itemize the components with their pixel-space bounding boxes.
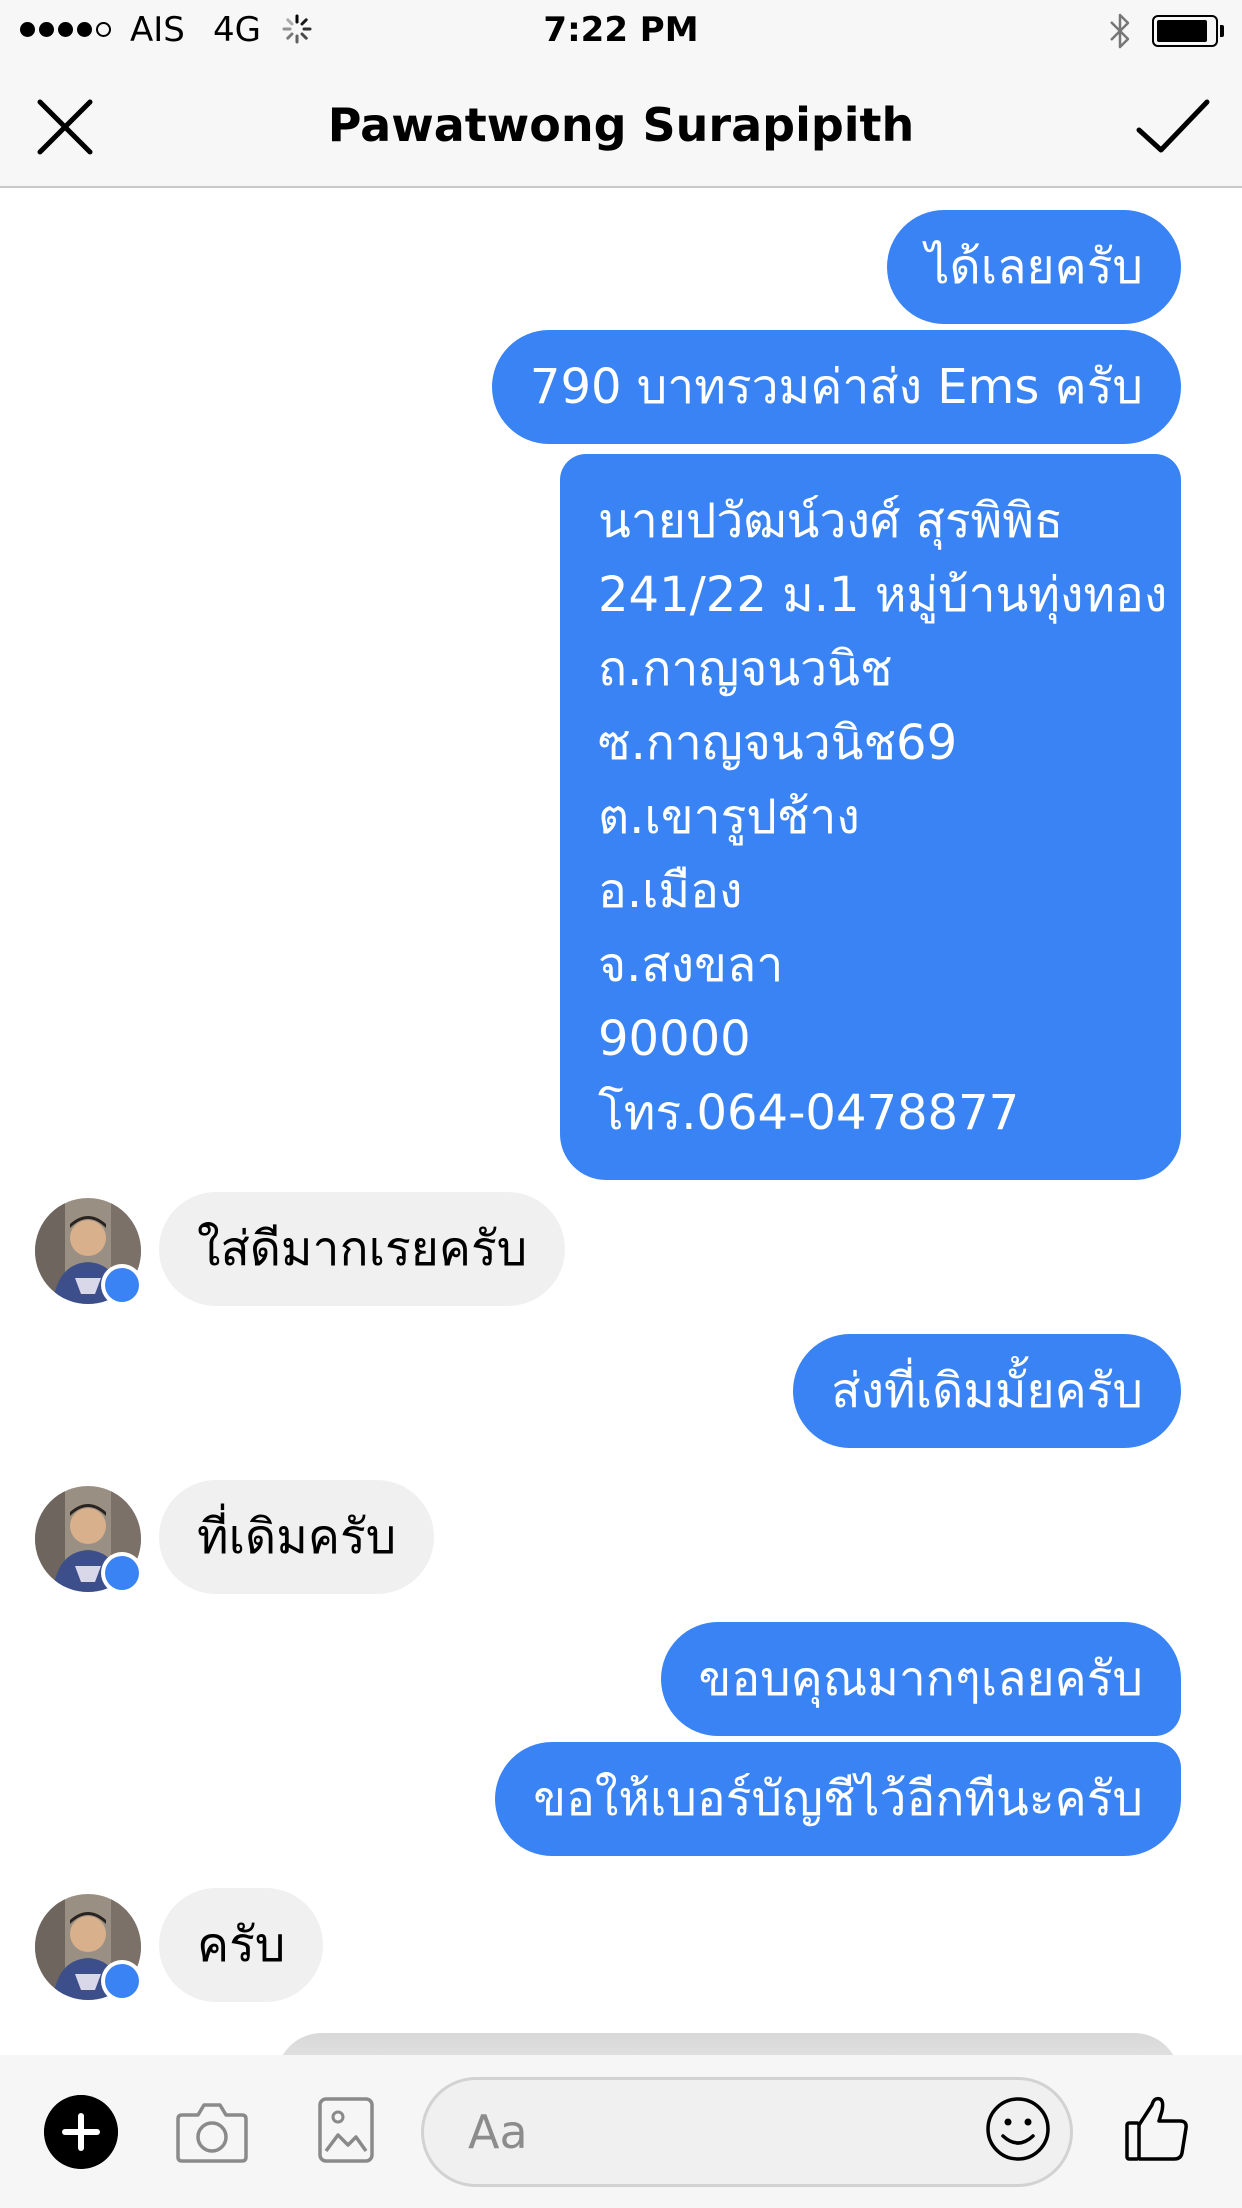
address-line: จ.สงขลา xyxy=(598,937,784,993)
message-text: ขอให้เบอร์บัญชีไว้อีกทีนะครับ xyxy=(533,1771,1143,1827)
bluetooth-icon xyxy=(1110,13,1130,49)
battery-tip xyxy=(1220,25,1224,37)
page-title: Pawatwong Surapipith xyxy=(327,98,915,152)
status-time: 7:22 PM xyxy=(543,10,699,50)
outgoing-message[interactable]: ได้เลยครับ xyxy=(887,210,1181,324)
message-text: ส่งที่เดิมมั้ยครับ xyxy=(831,1363,1143,1419)
messenger-badge-icon xyxy=(101,1264,143,1306)
plus-icon[interactable] xyxy=(44,2095,118,2169)
address-line: ถ.กาญจนวนิช xyxy=(598,641,893,697)
partially-visible-image-message[interactable] xyxy=(276,2033,1180,2055)
address-line: 90000 xyxy=(598,1011,751,1067)
address-line: นายปวัฒน์วงศ์ สุรพิพิธ xyxy=(598,493,1064,549)
incoming-message[interactable]: ใส่ดีมากเรยครับ xyxy=(159,1192,566,1306)
conversation-header: Pawatwong Surapipith xyxy=(0,62,1242,188)
message-input-placeholder: Aa xyxy=(468,2105,528,2159)
address-line: อ.เมือง xyxy=(598,863,743,919)
message-text: ครับ xyxy=(197,1917,286,1973)
avatar[interactable] xyxy=(35,1894,143,2002)
address-line: ต.เขารูปช้าง xyxy=(598,789,860,845)
message-text: 790 บาทรวมค่าส่ง Ems ครับ xyxy=(529,359,1143,415)
message-text: ใส่ดีมากเรยครับ xyxy=(197,1221,528,1277)
message-input[interactable]: Aa xyxy=(421,2077,1073,2187)
outgoing-message[interactable]: 790 บาทรวมค่าส่ง Ems ครับ xyxy=(491,330,1181,444)
message-text: ที่เดิมครับ xyxy=(197,1509,397,1565)
message-text: ขอบคุณมากๆเลยครับ xyxy=(698,1651,1144,1707)
checkmark-icon[interactable] xyxy=(1135,92,1211,162)
avatar[interactable] xyxy=(35,1486,143,1594)
thumbs-up-icon[interactable] xyxy=(1124,2093,1190,2163)
message-text: ได้เลยครับ xyxy=(925,239,1143,295)
camera-icon[interactable] xyxy=(176,2097,248,2165)
outgoing-message[interactable]: ขอให้เบอร์บัญชีไว้อีกทีนะครับ xyxy=(495,1742,1181,1856)
incoming-message[interactable]: ครับ xyxy=(159,1888,324,2002)
avatar[interactable] xyxy=(35,1198,143,1306)
messenger-badge-icon xyxy=(101,1960,143,2002)
outgoing-message[interactable]: ขอบคุณมากๆเลยครับ xyxy=(660,1622,1181,1736)
address-line: ซ.กาญจนวนิช69 xyxy=(598,715,958,771)
battery-level xyxy=(1157,20,1207,42)
battery-icon xyxy=(1152,15,1218,47)
message-thread[interactable]: ได้เลยครับ 790 บาทรวมค่าส่ง Ems ครับ นาย… xyxy=(0,188,1242,2055)
messenger-badge-icon xyxy=(101,1552,143,1594)
address-line: 241/22 ม.1 หมู่บ้านทุ่งทอง xyxy=(598,567,1168,623)
outgoing-message[interactable]: ส่งที่เดิมมั้ยครับ xyxy=(793,1334,1181,1448)
outgoing-message[interactable]: นายปวัฒน์วงศ์ สุรพิพิธ 241/22 ม.1 หมู่บ้… xyxy=(560,454,1181,1180)
incoming-message[interactable]: ที่เดิมครับ xyxy=(159,1480,435,1594)
message-composer: Aa xyxy=(0,2055,1242,2208)
messenger-conversation-screen: AIS 4G 7:22 PM Pawatwong Surapipith ได้เ… xyxy=(0,0,1242,2208)
photo-icon[interactable] xyxy=(318,2097,374,2163)
status-bar: AIS 4G 7:22 PM xyxy=(0,0,1242,62)
address-line: โทร.064-0478877 xyxy=(598,1085,1020,1141)
emoji-icon[interactable] xyxy=(985,2096,1051,2162)
